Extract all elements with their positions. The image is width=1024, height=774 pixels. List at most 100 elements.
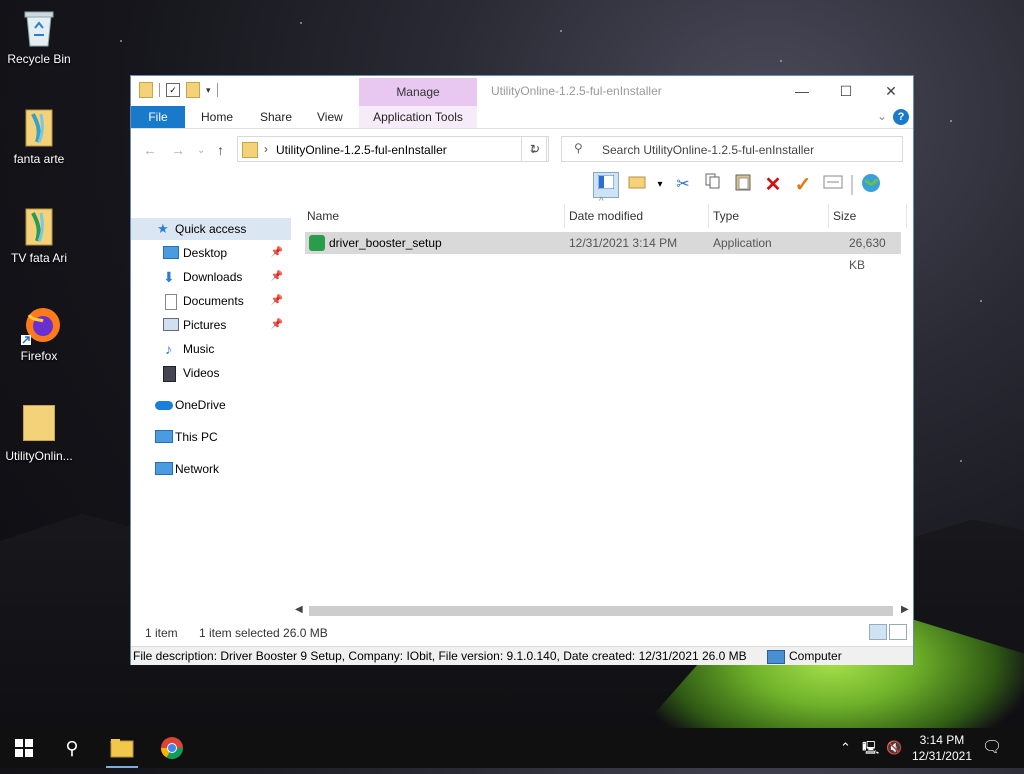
- column-header-date[interactable]: Date modified: [565, 204, 709, 228]
- window-title: UtilityOnline-1.2.5-ful-enInstaller: [491, 84, 662, 98]
- nav-network[interactable]: Network: [131, 458, 291, 480]
- address-bar[interactable]: › UtilityOnline-1.2.5-ful-enInstaller ⌄: [237, 136, 547, 162]
- desktop-icon-firefox[interactable]: Firefox: [2, 305, 76, 363]
- cloud-icon: [155, 401, 173, 410]
- description-bar: File description: Driver Booster 9 Setup…: [131, 646, 913, 665]
- globe-icon[interactable]: [859, 173, 883, 197]
- paste-icon[interactable]: [731, 173, 755, 197]
- title-bar: ✓ ▾ Manage UtilityOnline-1.2.5-ful-enIns…: [131, 76, 913, 106]
- documents-icon: [165, 294, 177, 310]
- recent-locations-icon[interactable]: ⌄: [197, 145, 205, 156]
- delete-icon[interactable]: ✕: [761, 173, 785, 197]
- windows-icon: [15, 739, 33, 757]
- search-box[interactable]: ⚲ Search UtilityOnline-1.2.5-ful-enInsta…: [561, 136, 903, 162]
- copy-icon[interactable]: [701, 173, 725, 197]
- computer-zone: Computer: [767, 647, 842, 665]
- nav-documents[interactable]: Documents 📌: [131, 290, 291, 312]
- folder-icon: [242, 142, 258, 158]
- column-header-size[interactable]: Size: [829, 204, 907, 228]
- table-row[interactable]: driver_booster_setup 12/31/2021 3:14 PM …: [305, 232, 901, 272]
- file-description: File description: Driver Booster 9 Setup…: [133, 649, 747, 663]
- preview-pane-icon[interactable]: [593, 172, 619, 198]
- tab-file[interactable]: File: [131, 106, 185, 128]
- pin-icon[interactable]: 📌: [271, 266, 283, 288]
- nav-quick-access[interactable]: ★ Quick access: [131, 218, 291, 240]
- back-icon[interactable]: ←: [143, 142, 157, 158]
- up-icon[interactable]: ↑: [217, 142, 224, 158]
- details-view-icon[interactable]: [869, 624, 887, 640]
- scrollbar-thumb[interactable]: [309, 606, 893, 616]
- music-icon: ♪: [165, 341, 172, 357]
- horizontal-scrollbar[interactable]: ◀ ▶: [293, 604, 911, 618]
- videos-icon: [163, 366, 176, 382]
- manage-tab[interactable]: Manage: [359, 78, 477, 106]
- scroll-left-icon[interactable]: ◀: [295, 604, 303, 615]
- scroll-right-icon[interactable]: ▶: [901, 604, 909, 615]
- pin-icon[interactable]: 📌: [271, 290, 283, 312]
- desktop-icon-fanta-arte[interactable]: fanta arte: [2, 108, 76, 166]
- downloads-icon: ⬇: [163, 269, 175, 285]
- network-status-icon[interactable]: 🖳: [862, 728, 879, 768]
- customize-toolbar-icon[interactable]: ▾: [206, 85, 211, 96]
- large-icons-view-icon[interactable]: [889, 624, 907, 640]
- maximize-button[interactable]: ☐: [831, 80, 861, 102]
- nav-onedrive[interactable]: OneDrive: [131, 394, 291, 416]
- folder-icon[interactable]: [139, 82, 153, 98]
- nav-pictures[interactable]: Pictures 📌: [131, 314, 291, 336]
- application-icon: [309, 235, 325, 251]
- search-icon[interactable]: ⚲: [48, 728, 96, 768]
- search-icon: ⚲: [574, 141, 583, 155]
- new-folder-icon[interactable]: [186, 82, 200, 98]
- start-button[interactable]: [0, 728, 48, 768]
- recycle-bin-icon: [21, 8, 57, 48]
- tab-share[interactable]: Share: [250, 106, 302, 128]
- taskbar: ⚲ ⌃ 🖳 🔇 3:14 PM 12/31/2021 🗨: [0, 728, 1024, 768]
- forward-icon[interactable]: →: [171, 142, 185, 158]
- show-hidden-icons-icon[interactable]: ⌃: [840, 728, 851, 768]
- chrome-icon: [161, 737, 183, 759]
- desktop-icon-utilityonline[interactable]: UtilityOnlin...: [2, 405, 76, 463]
- chevron-down-icon[interactable]: ▾: [655, 173, 665, 197]
- pin-icon[interactable]: 📌: [271, 314, 283, 336]
- tab-application-tools[interactable]: Application Tools: [359, 106, 477, 128]
- explorer-window: ✓ ▾ Manage UtilityOnline-1.2.5-ful-enIns…: [130, 75, 914, 665]
- volume-muted-icon[interactable]: 🔇: [886, 728, 902, 768]
- tab-view[interactable]: View: [307, 106, 353, 128]
- help-icon[interactable]: ?: [893, 109, 909, 125]
- star-icon: ★: [157, 221, 169, 236]
- cut-icon[interactable]: ✂: [671, 173, 695, 197]
- status-bar: 1 item 1 item selected 26.0 MB: [131, 622, 913, 644]
- item-count: 1 item: [145, 626, 178, 640]
- rename-check-icon[interactable]: ✓: [791, 173, 815, 197]
- refresh-button[interactable]: ↻: [521, 136, 549, 162]
- minimize-button[interactable]: —: [787, 80, 817, 102]
- desktop-icon-recycle-bin[interactable]: Recycle Bin: [2, 8, 76, 66]
- nav-downloads[interactable]: ⬇ Downloads 📌: [131, 266, 291, 288]
- pin-icon[interactable]: 📌: [271, 242, 283, 264]
- nav-this-pc[interactable]: This PC: [131, 426, 291, 448]
- chrome-taskbar-button[interactable]: [148, 728, 196, 768]
- folder-icon: [110, 739, 134, 758]
- desktop-icon-tv-fata-ari[interactable]: TV fata Ari: [2, 207, 76, 265]
- column-header-name[interactable]: Name: [303, 204, 565, 228]
- properties-icon[interactable]: [821, 173, 845, 197]
- file-explorer-taskbar-button[interactable]: [98, 728, 146, 768]
- navigation-pane: ★ Quick access Desktop 📌 ⬇ Downloads 📌 D…: [131, 204, 291, 616]
- computer-icon: [155, 430, 173, 443]
- properties-icon[interactable]: ✓: [166, 83, 180, 97]
- nav-videos[interactable]: Videos: [131, 362, 291, 384]
- notifications-icon[interactable]: 🗨: [982, 728, 1002, 768]
- nav-music[interactable]: ♪ Music: [131, 338, 291, 360]
- close-button[interactable]: ✕: [876, 80, 906, 102]
- desktop-icon: [163, 246, 179, 259]
- file-icon: [21, 207, 57, 247]
- nav-desktop[interactable]: Desktop 📌: [131, 242, 291, 264]
- firefox-icon: [21, 305, 60, 345]
- column-header-type[interactable]: Type: [709, 204, 829, 228]
- ribbon-expand-icon[interactable]: ⌄: [877, 109, 887, 123]
- quick-access-toolbar: ✓ ▾: [139, 82, 218, 98]
- tab-home[interactable]: Home: [191, 106, 243, 128]
- selection-info: 1 item selected 26.0 MB: [199, 626, 328, 640]
- clock[interactable]: 3:14 PM 12/31/2021: [912, 732, 972, 764]
- new-folder-icon[interactable]: [625, 173, 649, 197]
